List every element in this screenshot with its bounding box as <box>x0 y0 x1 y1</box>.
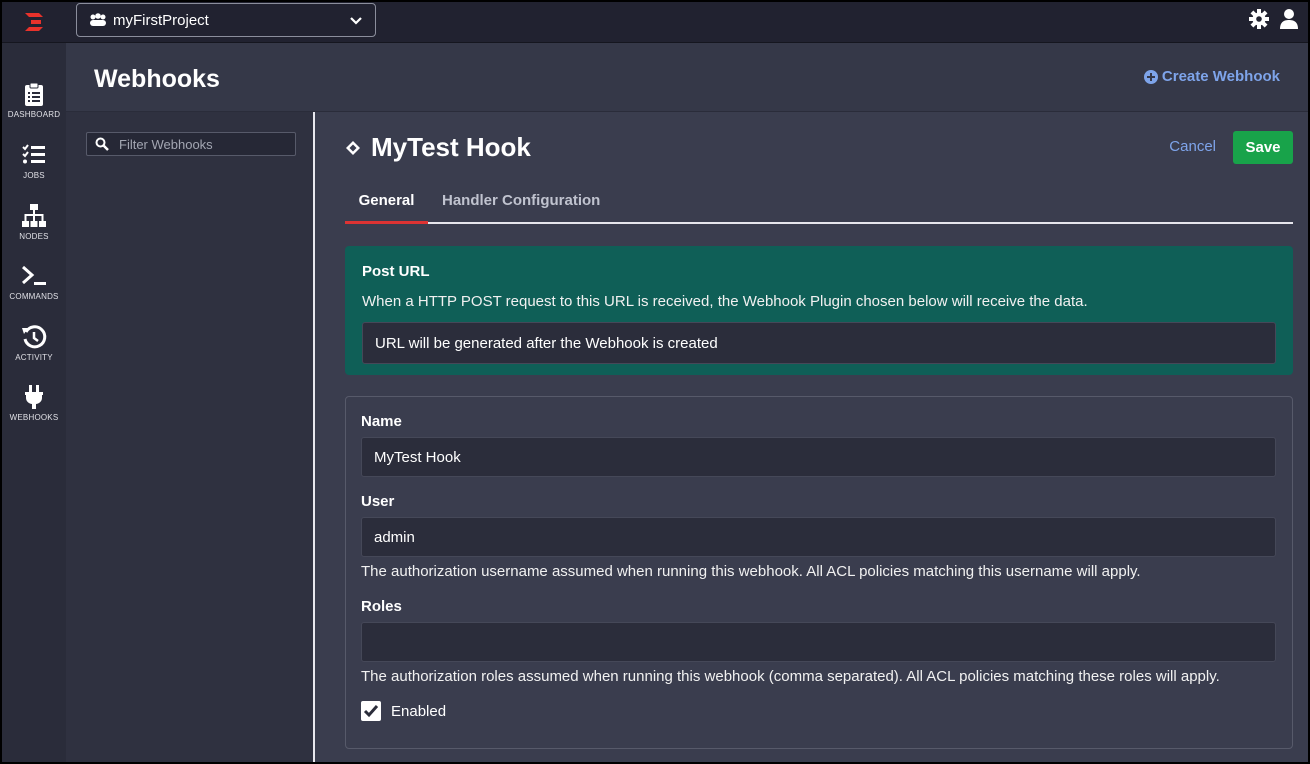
post-url-description: When a HTTP POST request to this URL is … <box>362 293 1088 310</box>
user-label: User <box>361 493 395 510</box>
left-nav: DASHBOARD JOBS NODES COMMANDS ACTIVITY W… <box>2 43 66 762</box>
webhook-list-pane <box>66 112 315 762</box>
create-webhook-label: Create Webhook <box>1161 68 1280 85</box>
webhook-editor: MyTest Hook Cancel Save General Handler … <box>317 112 1308 762</box>
plus-circle-icon <box>1143 69 1158 84</box>
nav-label: COMMANDS <box>9 292 59 301</box>
history-icon <box>22 325 47 349</box>
chevron-down-icon <box>350 17 362 25</box>
terminal-icon <box>22 265 46 285</box>
nav-label: NODES <box>19 232 49 241</box>
enabled-label: Enabled <box>391 702 447 720</box>
clipboard-icon <box>25 82 43 106</box>
roles-input[interactable] <box>361 622 1276 662</box>
project-name: myFirstProject <box>113 11 209 29</box>
tab-handler-configuration[interactable]: Handler Configuration <box>442 192 600 224</box>
nav-label: DASHBOARD <box>7 110 61 119</box>
search-icon <box>95 137 109 151</box>
roles-help-text: The authorization roles assumed when run… <box>361 668 1220 685</box>
project-selector[interactable]: myFirstProject <box>76 3 376 37</box>
user-help-text: The authorization username assumed when … <box>361 563 1141 580</box>
top-bar: myFirstProject <box>2 2 1308 43</box>
checkmark-icon <box>363 705 379 718</box>
diamond-icon <box>346 140 360 155</box>
nav-item-dashboard[interactable]: DASHBOARD <box>2 81 66 137</box>
nav-label: ACTIVITY <box>15 353 53 362</box>
webhook-form: Name User The authorization username ass… <box>345 396 1293 749</box>
user-icon[interactable] <box>1278 8 1300 30</box>
filter-box <box>86 132 296 156</box>
nav-label: JOBS <box>23 171 45 180</box>
post-url-field[interactable]: URL will be generated after the Webhook … <box>362 322 1276 364</box>
list-check-icon <box>22 144 45 164</box>
nav-label: WEBHOOKS <box>9 413 59 422</box>
page-header: Webhooks Create Webhook <box>66 43 1308 112</box>
roles-label: Roles <box>361 598 402 615</box>
webhook-title: MyTest Hook <box>371 132 531 162</box>
enabled-checkbox-row[interactable]: Enabled <box>361 701 446 721</box>
project-icon <box>90 13 106 26</box>
page-title: Webhooks <box>94 65 220 93</box>
editor-tabs: General Handler Configuration <box>345 184 1293 224</box>
post-url-panel: Post URL When a HTTP POST request to thi… <box>345 246 1293 375</box>
save-button[interactable]: Save <box>1233 131 1293 164</box>
enabled-checkbox[interactable] <box>361 701 381 721</box>
nav-item-commands[interactable]: COMMANDS <box>2 263 66 319</box>
rundeck-logo[interactable] <box>22 10 46 34</box>
name-label: Name <box>361 413 402 430</box>
plug-icon <box>25 385 43 409</box>
tab-general[interactable]: General <box>345 192 428 224</box>
gear-icon[interactable] <box>1248 8 1270 30</box>
name-input[interactable] <box>361 437 1276 477</box>
create-webhook-link[interactable]: Create Webhook <box>1143 68 1280 85</box>
cancel-button[interactable]: Cancel <box>1169 138 1216 155</box>
nav-item-activity[interactable]: ACTIVITY <box>2 324 66 380</box>
post-url-title: Post URL <box>362 263 430 280</box>
app-window: myFirstProject DASHBOARD JOBS NODES COMM… <box>0 0 1310 764</box>
nav-item-jobs[interactable]: JOBS <box>2 142 66 198</box>
nav-item-nodes[interactable]: NODES <box>2 203 66 259</box>
nav-item-webhooks[interactable]: WEBHOOKS <box>2 384 66 440</box>
filter-webhooks-input[interactable] <box>119 136 289 152</box>
user-input[interactable] <box>361 517 1276 557</box>
sitemap-icon <box>22 204 46 227</box>
